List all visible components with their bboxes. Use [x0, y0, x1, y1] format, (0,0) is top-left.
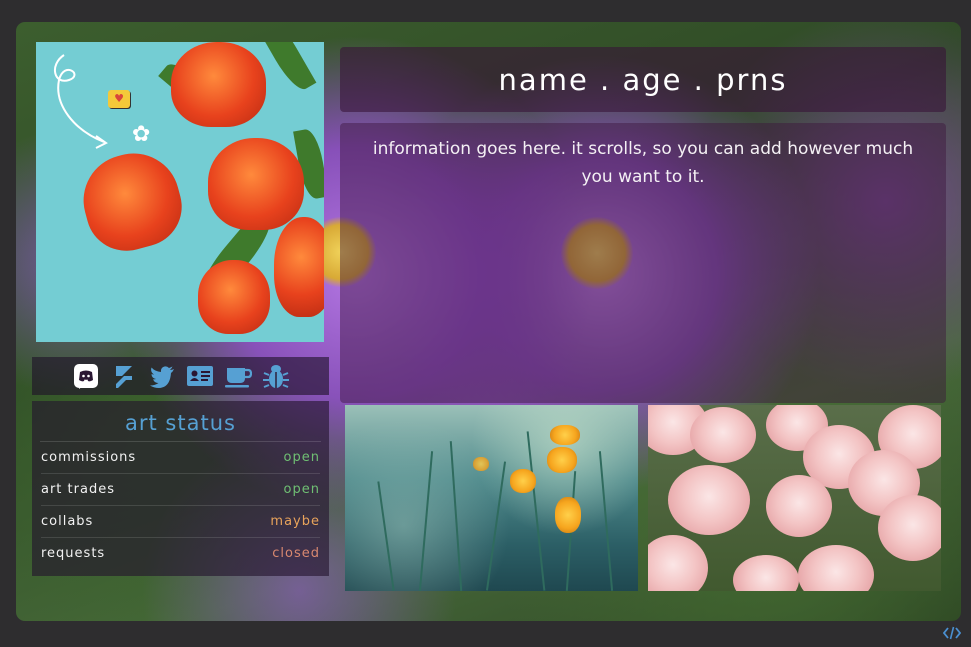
ko-fi-icon[interactable]: [110, 362, 138, 390]
status-label: requests: [41, 546, 106, 561]
id-card-icon[interactable]: [186, 362, 214, 390]
tulip: [171, 42, 266, 127]
status-value: open: [283, 450, 320, 465]
social-links-bar: [32, 357, 329, 395]
status-row: art trades open: [41, 474, 320, 506]
art-status-panel: art status commissions open art trades open…: [32, 401, 329, 576]
bug-icon[interactable]: [262, 362, 290, 390]
status-value: maybe: [270, 514, 320, 529]
status-label: collabs: [41, 514, 94, 529]
twitter-icon[interactable]: [148, 362, 176, 390]
status-row: commissions open: [41, 442, 320, 474]
status-label: art trades: [41, 482, 115, 497]
name-age-pronouns: name . age . prns: [498, 62, 788, 97]
tulip: [198, 260, 270, 334]
info-scroll-box[interactable]: information goes here. it scrolls, so yo…: [340, 123, 946, 403]
art-status-title: art status: [40, 411, 321, 442]
tulip: [73, 143, 191, 260]
status-row: collabs maybe: [41, 506, 320, 538]
status-label: commissions: [41, 450, 137, 465]
heart-bubble-icon: ♥: [108, 90, 130, 108]
status-value: open: [283, 482, 320, 497]
photo-yellow-flowers: [345, 405, 638, 591]
tulip: [208, 138, 304, 230]
profile-card: ♥ ✿ art status commissions open art trad…: [16, 22, 961, 621]
coffee-cup-icon[interactable]: [224, 362, 252, 390]
info-text: information goes here. it scrolls, so yo…: [372, 139, 914, 187]
name-header: name . age . prns: [340, 47, 946, 112]
discord-icon[interactable]: [72, 362, 100, 390]
code-icon[interactable]: [943, 625, 961, 641]
status-value: closed: [272, 546, 320, 561]
art-status-list: commissions open art trades open collabs mayb…: [32, 442, 329, 569]
ribbon-doodle: [54, 54, 108, 149]
profile-picture: ♥ ✿: [36, 42, 324, 342]
daisy-icon: ✿: [132, 122, 151, 147]
photo-pink-roses: [648, 405, 941, 591]
status-row: requests closed: [41, 538, 320, 569]
tulip: [274, 217, 324, 317]
